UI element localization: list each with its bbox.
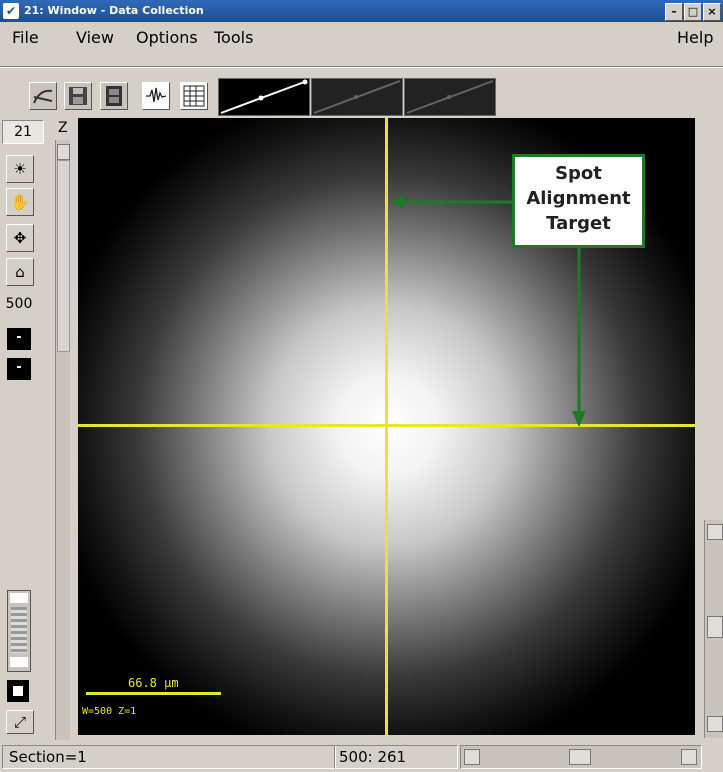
annotation-callout: Spot Alignment Target [512, 154, 645, 248]
section-status: Section=1 [2, 745, 336, 769]
divider [0, 67, 723, 68]
stop-button[interactable] [7, 680, 29, 702]
menu-file[interactable]: File [12, 28, 39, 47]
callout-arrow-down [572, 245, 586, 427]
maximize-button[interactable]: □ [684, 3, 702, 21]
coordinate-status: 500: 261 [334, 745, 458, 769]
slider-track[interactable] [11, 607, 27, 653]
minus-button-2[interactable]: - [7, 358, 31, 380]
window-title: 21: Window - Data Collection [24, 4, 204, 17]
menu-help[interactable]: Help [677, 28, 713, 47]
menu-tools[interactable]: Tools [214, 28, 253, 47]
callout-line-1: Spot [555, 163, 602, 184]
lut-curve-icon [406, 80, 494, 114]
move-icon: ✥ [13, 229, 27, 247]
callout-arrows [390, 195, 512, 209]
window-menu-icon[interactable]: ✔ [3, 3, 19, 19]
menu-bar: File View Options Tools Help [0, 22, 723, 52]
scroll-up-arrow[interactable] [57, 144, 70, 160]
scroll-up-arrow[interactable] [707, 524, 723, 540]
expand-icon: ⤢ [13, 713, 26, 731]
lut-preview-3[interactable] [404, 78, 496, 116]
status-bar: Section=1 500: 261 [0, 743, 723, 772]
z-scrollbar[interactable] [55, 140, 70, 740]
close-button[interactable]: × [703, 3, 721, 21]
lut-preview-1[interactable] [218, 78, 310, 116]
callout-line-2: Alignment [526, 188, 631, 209]
waveform-button[interactable] [142, 82, 170, 110]
arrow-down-icon [572, 411, 586, 427]
home-icon: ⌂ [15, 263, 25, 281]
callout-line-3: Target [546, 213, 611, 234]
move-button[interactable]: ✥ [6, 224, 34, 252]
table-icon [183, 85, 205, 107]
film-button[interactable] [100, 82, 128, 110]
arrow-left-icon [390, 195, 404, 209]
horizontal-scrollbar[interactable] [460, 745, 702, 769]
lut-curve-icon [313, 80, 401, 114]
hand-icon: ✋ [10, 193, 30, 211]
slider-down-arrow[interactable] [10, 657, 28, 667]
right-scrollbar[interactable] [704, 520, 723, 738]
brightness-button[interactable]: ☀ [6, 155, 34, 183]
scroll-thumb[interactable] [569, 749, 591, 765]
menu-view[interactable]: View [76, 28, 114, 47]
home-button[interactable]: ⌂ [6, 258, 34, 286]
slider-control[interactable] [7, 590, 31, 672]
fit-button[interactable]: ⤢ [6, 710, 34, 734]
minus-button-1[interactable]: - [7, 328, 31, 350]
waveform-icon [146, 87, 167, 103]
image-info: W=500 Z=1 [82, 706, 137, 717]
menu-options[interactable]: Options [136, 28, 198, 47]
window-number: 21 [2, 120, 44, 144]
table-button[interactable] [180, 82, 208, 110]
curve-icon [33, 89, 53, 104]
scale-bar [86, 692, 221, 695]
pan-button[interactable]: ✋ [6, 188, 34, 216]
film-icon [106, 86, 122, 106]
minimize-button[interactable]: – [665, 3, 683, 21]
scroll-right-arrow[interactable] [681, 749, 697, 765]
z-label: Z [58, 120, 68, 136]
title-bar: ✔ 21: Window - Data Collection – □ × [0, 0, 723, 22]
scroll-thumb[interactable] [57, 160, 70, 352]
lut-curve-icon [220, 79, 308, 114]
scroll-left-arrow[interactable] [464, 749, 480, 765]
scale-bar-label: 66.8 μm [128, 676, 179, 690]
scroll-down-arrow[interactable] [707, 716, 723, 732]
slider-up-arrow[interactable] [10, 593, 28, 603]
scroll-thumb[interactable] [707, 616, 723, 638]
sun-icon: ☀ [13, 160, 27, 178]
square-icon [13, 686, 23, 696]
lut-preview-2[interactable] [311, 78, 403, 116]
save-button[interactable] [64, 82, 92, 110]
curve-button[interactable] [29, 82, 57, 110]
zoom-value: 500 [5, 296, 33, 312]
save-icon [69, 87, 87, 105]
